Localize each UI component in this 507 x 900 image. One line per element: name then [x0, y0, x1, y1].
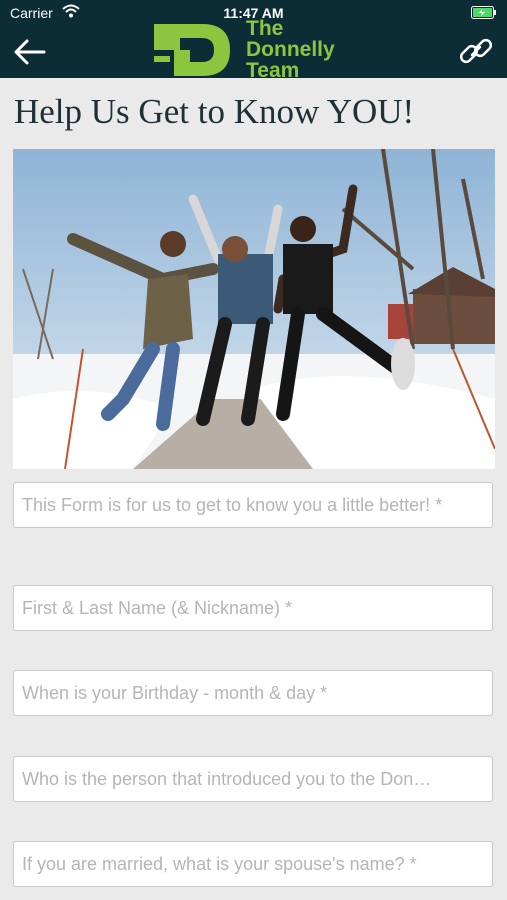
- referrer-input[interactable]: [14, 757, 492, 801]
- team-logo: The Donnelly Team: [152, 18, 362, 78]
- app-header: Carrier 11:47 AM The Donnelly Team: [0, 0, 507, 78]
- logo-line-3: Team: [246, 60, 300, 77]
- spouse-field[interactable]: [13, 841, 493, 887]
- hero-photo: [13, 149, 495, 469]
- name-input[interactable]: [14, 586, 492, 630]
- birthday-field[interactable]: [13, 670, 493, 716]
- page-title: Help Us Get to Know YOU!: [14, 92, 415, 131]
- spouse-input[interactable]: [14, 842, 492, 886]
- battery-icon: [471, 6, 496, 19]
- birthday-input[interactable]: [14, 671, 492, 715]
- referrer-field[interactable]: [13, 756, 493, 802]
- logo-text: The Donnelly Team: [246, 18, 335, 77]
- logo-mark-icon: [154, 24, 230, 76]
- link-icon[interactable]: [457, 32, 495, 70]
- name-field[interactable]: [13, 585, 493, 631]
- logo-line-1: The: [246, 17, 284, 40]
- back-arrow-icon[interactable]: [12, 36, 48, 68]
- intro-field[interactable]: [13, 482, 493, 528]
- logo-line-2: Donnelly: [246, 38, 335, 61]
- intro-input[interactable]: [14, 483, 492, 527]
